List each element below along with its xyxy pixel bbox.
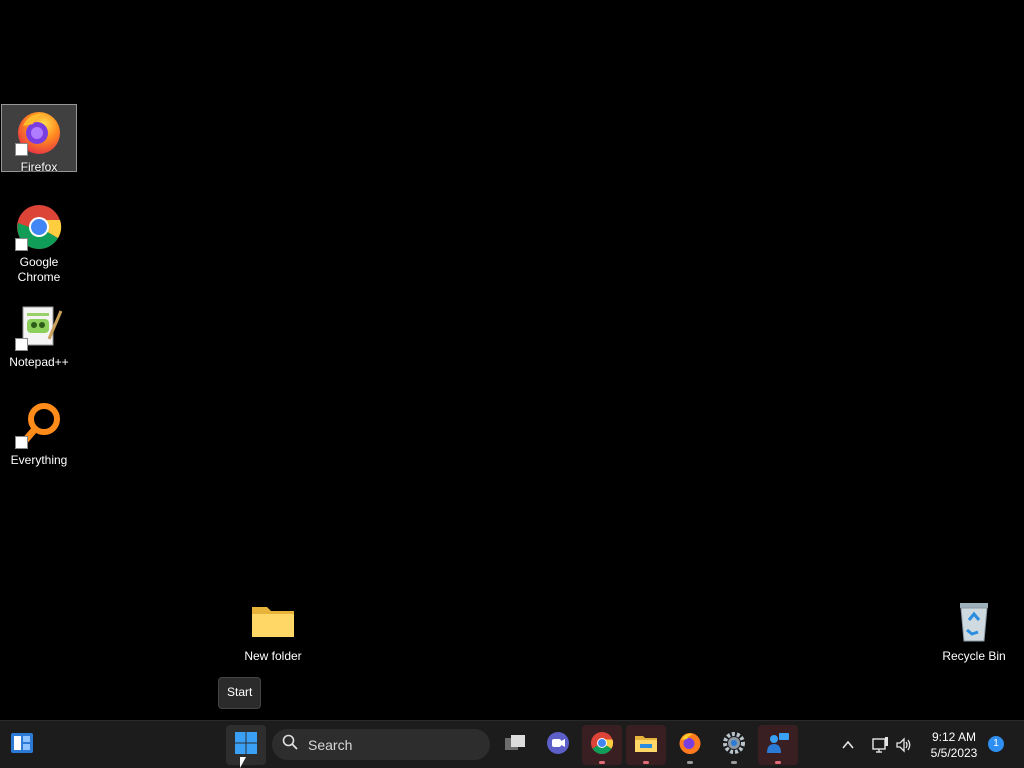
chat-button[interactable] — [538, 725, 578, 765]
quick-assist-icon — [766, 731, 790, 760]
search-placeholder: Search — [308, 736, 353, 753]
desktop-icon-notepadpp[interactable]: Notepad++ — [1, 300, 77, 370]
task-view-icon — [503, 731, 527, 760]
network-icon[interactable] — [868, 733, 892, 757]
taskbar-quick-assist[interactable] — [758, 725, 798, 765]
clock[interactable]: 9:12 AM 5/5/2023 — [922, 729, 986, 761]
folder-icon — [249, 597, 297, 645]
desktop-icon-label: Everything — [10, 453, 68, 467]
settings-gear-icon — [722, 731, 746, 760]
volume-icon[interactable] — [892, 733, 916, 757]
desktop-icon-firefox[interactable]: Firefox — [1, 104, 77, 174]
desktop-icon-google-chrome[interactable]: Google Chrome — [1, 200, 77, 285]
desktop-icon-label: Notepad++ — [9, 355, 69, 369]
firefox-icon — [15, 108, 63, 156]
taskbar-settings[interactable] — [714, 725, 754, 765]
notification-badge[interactable]: 1 — [988, 736, 1004, 752]
start-tooltip: Start — [218, 677, 262, 709]
chrome-icon — [590, 731, 614, 760]
firefox-icon — [678, 731, 702, 760]
mouse-cursor-icon — [240, 757, 246, 768]
desktop-icon-label: Google Chrome — [17, 255, 61, 284]
clock-date: 5/5/2023 — [930, 746, 978, 760]
clock-time: 9:12 AM — [931, 730, 977, 744]
chevron-up-icon[interactable] — [836, 733, 860, 757]
desktop-icon-new-folder[interactable]: New folder — [235, 594, 311, 664]
chat-icon — [546, 731, 570, 760]
desktop-icon-label: Recycle Bin — [942, 649, 1006, 663]
taskbar-search[interactable]: Search — [272, 729, 490, 760]
everything-icon — [15, 401, 63, 449]
desktop-icon-recycle-bin[interactable]: Recycle Bin — [936, 594, 1012, 664]
desktop-icon-label: New folder — [244, 649, 302, 663]
taskbar-firefox[interactable] — [670, 725, 710, 765]
taskbar: Search 9:12 AM 5/5/2023 — [0, 720, 1024, 768]
notepadpp-icon — [15, 303, 63, 351]
widgets-button[interactable] — [2, 725, 42, 765]
start-button[interactable] — [226, 725, 266, 765]
task-view-button[interactable] — [495, 725, 535, 765]
recycle-bin-icon — [950, 597, 998, 645]
desktop-icon-label: Firefox — [20, 160, 58, 174]
file-explorer-icon — [634, 731, 658, 760]
taskbar-chrome[interactable] — [582, 725, 622, 765]
windows-start-icon — [234, 731, 258, 760]
search-icon — [282, 734, 298, 755]
taskbar-file-explorer[interactable] — [626, 725, 666, 765]
chrome-icon — [15, 203, 63, 251]
desktop-icon-everything[interactable]: Everything — [1, 398, 77, 468]
widgets-icon — [10, 731, 34, 760]
desktop[interactable]: Firefox Google Chrome Notepad++ Everythi… — [0, 0, 1024, 720]
